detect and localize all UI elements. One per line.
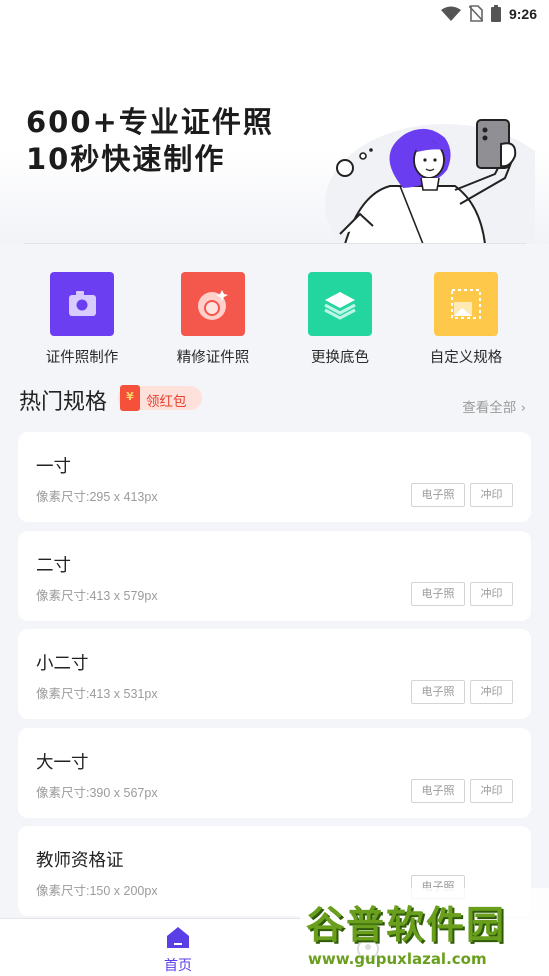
quick-actions: 证件照制作 精修证件照 更换底色 自定义规格	[0, 272, 549, 372]
watermark: 谷普软件园 www.gupuxlazal.com	[300, 888, 549, 976]
section-title: 热门规格	[19, 390, 108, 415]
watermark-url: www.gupuxlazal.com	[308, 950, 487, 968]
selfie-woman-illustration	[325, 119, 535, 244]
spec-name: 教师资格证	[36, 851, 124, 871]
spec-card[interactable]: 小二寸 像素尺寸:413 x 531px 电子照 冲印	[18, 629, 531, 719]
view-all-label: 查看全部	[462, 400, 517, 416]
status-bar: 9:26	[0, 0, 549, 30]
spec-pixel-size: 像素尺寸:413 x 531px	[36, 687, 158, 701]
tag-electronic: 电子照	[411, 483, 465, 507]
watermark-title: 谷普软件园	[306, 903, 507, 947]
red-packet-badge[interactable]: 领红包	[118, 385, 202, 411]
banner-line-2: 10秒快速制作	[26, 142, 226, 176]
tag-print: 冲印	[470, 582, 513, 606]
action-label: 证件照制作	[45, 350, 119, 366]
spec-pixel-size: 像素尺寸:295 x 413px	[36, 490, 158, 504]
battery-icon	[490, 5, 501, 22]
tag-electronic: 电子照	[411, 779, 465, 803]
layers-icon	[308, 272, 372, 336]
action-label: 更换底色	[311, 350, 369, 366]
banner-line-1: 600+专业证件照	[26, 105, 274, 139]
spec-name: 二寸	[36, 556, 71, 576]
chevron-right-icon: ›	[520, 400, 526, 416]
clock: 9:26	[508, 5, 537, 22]
spec-pixel-size: 像素尺寸:413 x 579px	[36, 589, 158, 603]
tag-print: 冲印	[470, 483, 513, 507]
action-retouch-id-photo[interactable]: 精修证件照	[153, 272, 273, 367]
tag-electronic: 电子照	[411, 680, 465, 704]
portrait-retouch-icon	[181, 272, 245, 336]
crop-image-icon	[434, 272, 498, 336]
tag-print: 冲印	[470, 680, 513, 704]
spec-pixel-size: 像素尺寸:150 x 200px	[36, 884, 158, 898]
red-packet-label: 领红包	[146, 394, 187, 410]
spec-card[interactable]: 大一寸 像素尺寸:390 x 567px 电子照 冲印	[18, 728, 531, 818]
home-icon	[167, 927, 189, 948]
action-label: 自定义规格	[429, 350, 503, 366]
nav-home[interactable]: 首页	[150, 925, 206, 975]
action-label: 精修证件照	[176, 350, 250, 366]
wifi-icon	[440, 6, 461, 21]
camera-icon	[50, 272, 114, 336]
spec-name: 小二寸	[36, 654, 89, 674]
tag-print: 冲印	[470, 779, 513, 803]
tag-electronic: 电子照	[411, 582, 465, 606]
spec-card[interactable]: 二寸 像素尺寸:413 x 579px 电子照 冲印	[18, 531, 531, 621]
spec-name: 大一寸	[36, 753, 89, 773]
view-all-link[interactable]: 查看全部 ›	[462, 396, 526, 416]
spec-pixel-size: 像素尺寸:390 x 567px	[36, 786, 158, 800]
banner-headline: 600+专业证件照 10秒快速制作	[26, 104, 274, 178]
spec-card[interactable]: 一寸 像素尺寸:295 x 413px 电子照 冲印	[18, 432, 531, 522]
action-change-background[interactable]: 更换底色	[280, 272, 400, 367]
action-custom-spec[interactable]: 自定义规格	[406, 272, 526, 367]
spec-name: 一寸	[36, 457, 71, 477]
no-sim-icon	[468, 5, 483, 22]
banner-divider	[24, 243, 526, 244]
nav-home-label: 首页	[164, 958, 192, 974]
action-make-id-photo[interactable]: 证件照制作	[22, 272, 142, 367]
red-envelope-icon	[120, 385, 140, 411]
